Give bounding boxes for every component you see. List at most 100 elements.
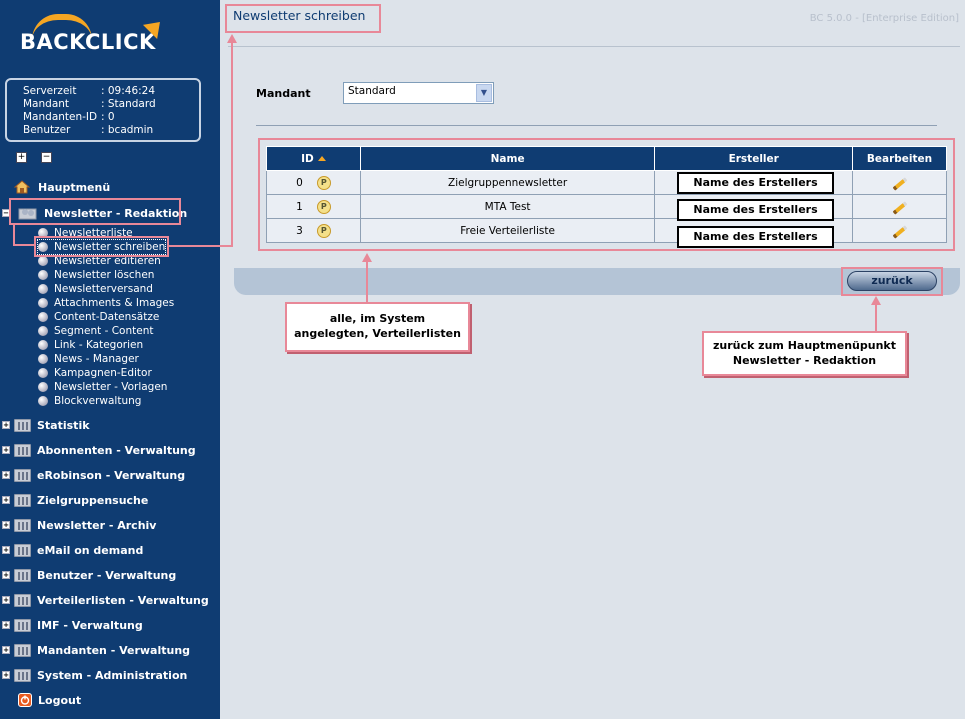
nav-section[interactable]: + Verteilerlisten - Verwaltung — [0, 589, 220, 611]
subnav-label: Newsletter löschen — [54, 269, 155, 281]
nav-section[interactable]: + Zielgruppensuche — [0, 489, 220, 511]
subnav-item[interactable]: Kampagnen-Editor — [38, 366, 152, 380]
bullet-icon — [38, 298, 48, 308]
bullet-icon — [38, 270, 48, 280]
nav-section-label: Abonnenten - Verwaltung — [37, 443, 196, 457]
subnav-label: Newsletter - Vorlagen — [54, 381, 168, 393]
expand-all-button[interactable]: + — [16, 152, 27, 163]
subnav-item[interactable]: Attachments & Images — [38, 296, 174, 310]
annotation-arrow-icon — [362, 253, 372, 262]
session-info-box: Serverzeit: 09:46:24 Mandant: Standard M… — [5, 78, 201, 142]
subnav-item[interactable]: News - Manager — [38, 352, 139, 366]
annotation-connector — [231, 42, 233, 247]
info-value: : bcadmin — [101, 124, 154, 136]
nav-section[interactable]: + Abonnenten - Verwaltung — [0, 439, 220, 461]
nav-section[interactable]: + IMF - Verwaltung — [0, 614, 220, 636]
subnav-label: Content-Datensätze — [54, 311, 160, 323]
subnav-label: Newsletterversand — [54, 283, 153, 295]
info-key: Benutzer — [23, 124, 71, 136]
sidebar: BACKCLICK Serverzeit: 09:46:24 Mandant: … — [0, 0, 220, 719]
subnav-label: Segment - Content — [54, 325, 154, 337]
subnav-label: News - Manager — [54, 353, 139, 365]
nav-section-label: Statistik — [37, 418, 90, 432]
subnav-item[interactable]: Segment - Content — [38, 324, 153, 338]
power-icon — [18, 693, 32, 707]
folder-icon — [14, 468, 31, 482]
subnav-item[interactable]: Newsletter - Vorlagen — [38, 380, 167, 394]
expand-icon[interactable]: + — [2, 421, 10, 429]
version-label: BC 5.0.0 - [Enterprise Edition] — [809, 13, 959, 24]
annotation-connector — [875, 303, 877, 331]
folder-icon — [14, 643, 31, 657]
nav-section[interactable]: + eMail on demand — [0, 539, 220, 561]
nav-section-label: eRobinson - Verwaltung — [37, 468, 186, 482]
form-divider — [256, 125, 937, 126]
bullet-icon — [38, 382, 48, 392]
subnav-item[interactable]: Blockverwaltung — [38, 394, 141, 408]
expand-icon[interactable]: + — [2, 521, 10, 529]
annotation-highlight-title — [225, 4, 381, 33]
folder-icon — [14, 493, 31, 507]
subnav-item[interactable]: Content-Datensätze — [38, 310, 159, 324]
nav-home[interactable]: Hauptmenü — [0, 176, 220, 198]
annotation-callout-lists: alle, im System angelegten, Verteilerlis… — [285, 302, 470, 352]
bullet-icon — [38, 326, 48, 336]
creator-tag: Name des Erstellers — [677, 172, 834, 194]
nav-section[interactable]: + Statistik — [0, 414, 220, 436]
bullet-icon — [38, 284, 48, 294]
expand-icon[interactable]: + — [2, 571, 10, 579]
expand-icon[interactable]: + — [2, 471, 10, 479]
nav-section[interactable]: + Newsletter - Archiv — [0, 514, 220, 536]
expand-icon[interactable]: + — [2, 496, 10, 504]
annotation-highlight-back — [841, 267, 943, 296]
chevron-down-icon[interactable]: ▼ — [476, 84, 492, 102]
nav-logout-label: Logout — [38, 693, 82, 707]
subnav-item[interactable]: Newsletterversand — [38, 282, 153, 296]
folder-icon — [14, 593, 31, 607]
annotation-highlight-section — [9, 198, 181, 225]
nav-section[interactable]: + eRobinson - Verwaltung — [0, 464, 220, 486]
folder-icon — [14, 618, 31, 632]
nav-section-label: Newsletter - Archiv — [37, 518, 157, 532]
subnav-label: Blockverwaltung — [54, 395, 142, 407]
nav-section-label: Benutzer - Verwaltung — [37, 568, 177, 582]
home-icon — [13, 180, 31, 194]
expand-icon[interactable]: + — [2, 596, 10, 604]
annotation-highlight-table — [258, 138, 955, 251]
expand-icon[interactable]: + — [2, 621, 10, 629]
folder-icon — [14, 668, 31, 682]
nav-section[interactable]: + Benutzer - Verwaltung — [0, 564, 220, 586]
nav-section[interactable]: + Mandanten - Verwaltung — [0, 639, 220, 661]
creator-tag: Name des Erstellers — [677, 199, 834, 221]
expand-icon[interactable]: + — [2, 646, 10, 654]
folder-icon — [14, 568, 31, 582]
expand-icon[interactable]: + — [2, 446, 10, 454]
bullet-icon — [38, 368, 48, 378]
mandant-select[interactable]: Standard ▼ — [343, 82, 494, 104]
mandant-select-value: Standard — [348, 85, 396, 97]
subnav-item[interactable]: Link - Kategorien — [38, 338, 143, 352]
expand-icon[interactable]: + — [2, 546, 10, 554]
info-value: : Standard — [101, 98, 156, 110]
folder-icon — [14, 518, 31, 532]
nav-logout[interactable]: Logout — [0, 689, 220, 711]
subnav-label: Link - Kategorien — [54, 339, 144, 351]
annotation-arrow-icon — [871, 296, 881, 305]
annotation-arrow-icon — [227, 34, 237, 43]
creator-tag: Name des Erstellers — [677, 226, 834, 248]
nav-section[interactable]: + System - Administration — [0, 664, 220, 686]
expand-icon[interactable]: + — [2, 671, 10, 679]
bullet-icon — [38, 354, 48, 364]
backclick-logo: BACKCLICK — [18, 14, 178, 64]
collapse-all-button[interactable]: − — [41, 152, 52, 163]
subnav-item[interactable]: Newsletter löschen — [38, 268, 154, 282]
nav-home-label: Hauptmenü — [38, 180, 111, 194]
subnav-label: Attachments & Images — [54, 297, 175, 309]
info-value: : 0 — [101, 111, 115, 123]
bullet-icon — [38, 256, 48, 266]
annotation-connector — [366, 260, 368, 304]
subnav-label: Kampagnen-Editor — [54, 367, 152, 379]
bullet-icon — [38, 340, 48, 350]
title-divider — [228, 46, 960, 47]
nav-section-label: System - Administration — [37, 668, 188, 682]
